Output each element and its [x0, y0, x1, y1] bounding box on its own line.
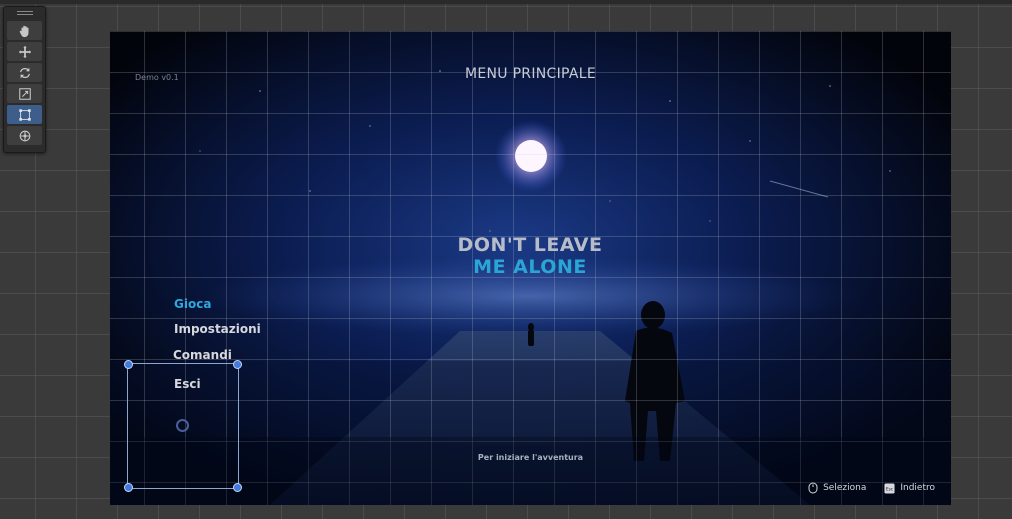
scale-icon	[18, 87, 31, 100]
logo-line-2: ME ALONE	[473, 256, 587, 278]
hand-icon	[19, 25, 28, 37]
rect-transform-icon	[18, 108, 31, 121]
menu-title: MENU PRINCIPALE	[464, 66, 597, 82]
menu-item-gioca[interactable]: Gioca	[174, 297, 211, 311]
palette-drag-handle[interactable]	[4, 7, 45, 19]
input-legend: Seleziona Esc Indietro	[808, 482, 935, 494]
tool-palette	[3, 6, 46, 153]
menu-item-comandi[interactable]: Comandi	[173, 348, 232, 362]
rect-tool-button[interactable]	[7, 105, 42, 124]
selection-rect[interactable]	[124, 360, 242, 492]
transform-icon	[19, 130, 30, 141]
resize-handle-bottom-right[interactable]	[233, 483, 242, 492]
rotate-icon	[19, 67, 30, 78]
resize-handle-top-left[interactable]	[124, 360, 133, 369]
menu-item-impostazioni[interactable]: Impostazioni	[174, 322, 261, 336]
select-label: Seleziona	[823, 483, 867, 493]
resize-handle-bottom-left[interactable]	[124, 483, 133, 492]
logo-line-1: DON'T LEAVE	[457, 234, 603, 256]
resize-handle-top-right[interactable]	[233, 360, 242, 369]
back-label: Indietro	[900, 483, 935, 493]
editor-top-strip	[0, 0, 1012, 4]
esc-key-icon: Esc	[884, 482, 895, 494]
scale-tool-button[interactable]	[7, 84, 42, 103]
transform-tool-button[interactable]	[7, 126, 42, 145]
esc-key-label: Esc	[886, 486, 893, 491]
hand-tool-button[interactable]	[7, 21, 42, 40]
move-icon	[18, 45, 31, 58]
mouse-icon	[808, 482, 818, 494]
move-tool-button[interactable]	[7, 42, 42, 61]
rotate-tool-button[interactable]	[7, 63, 42, 82]
game-logo: DON'T LEAVE ME ALONE	[440, 234, 620, 278]
